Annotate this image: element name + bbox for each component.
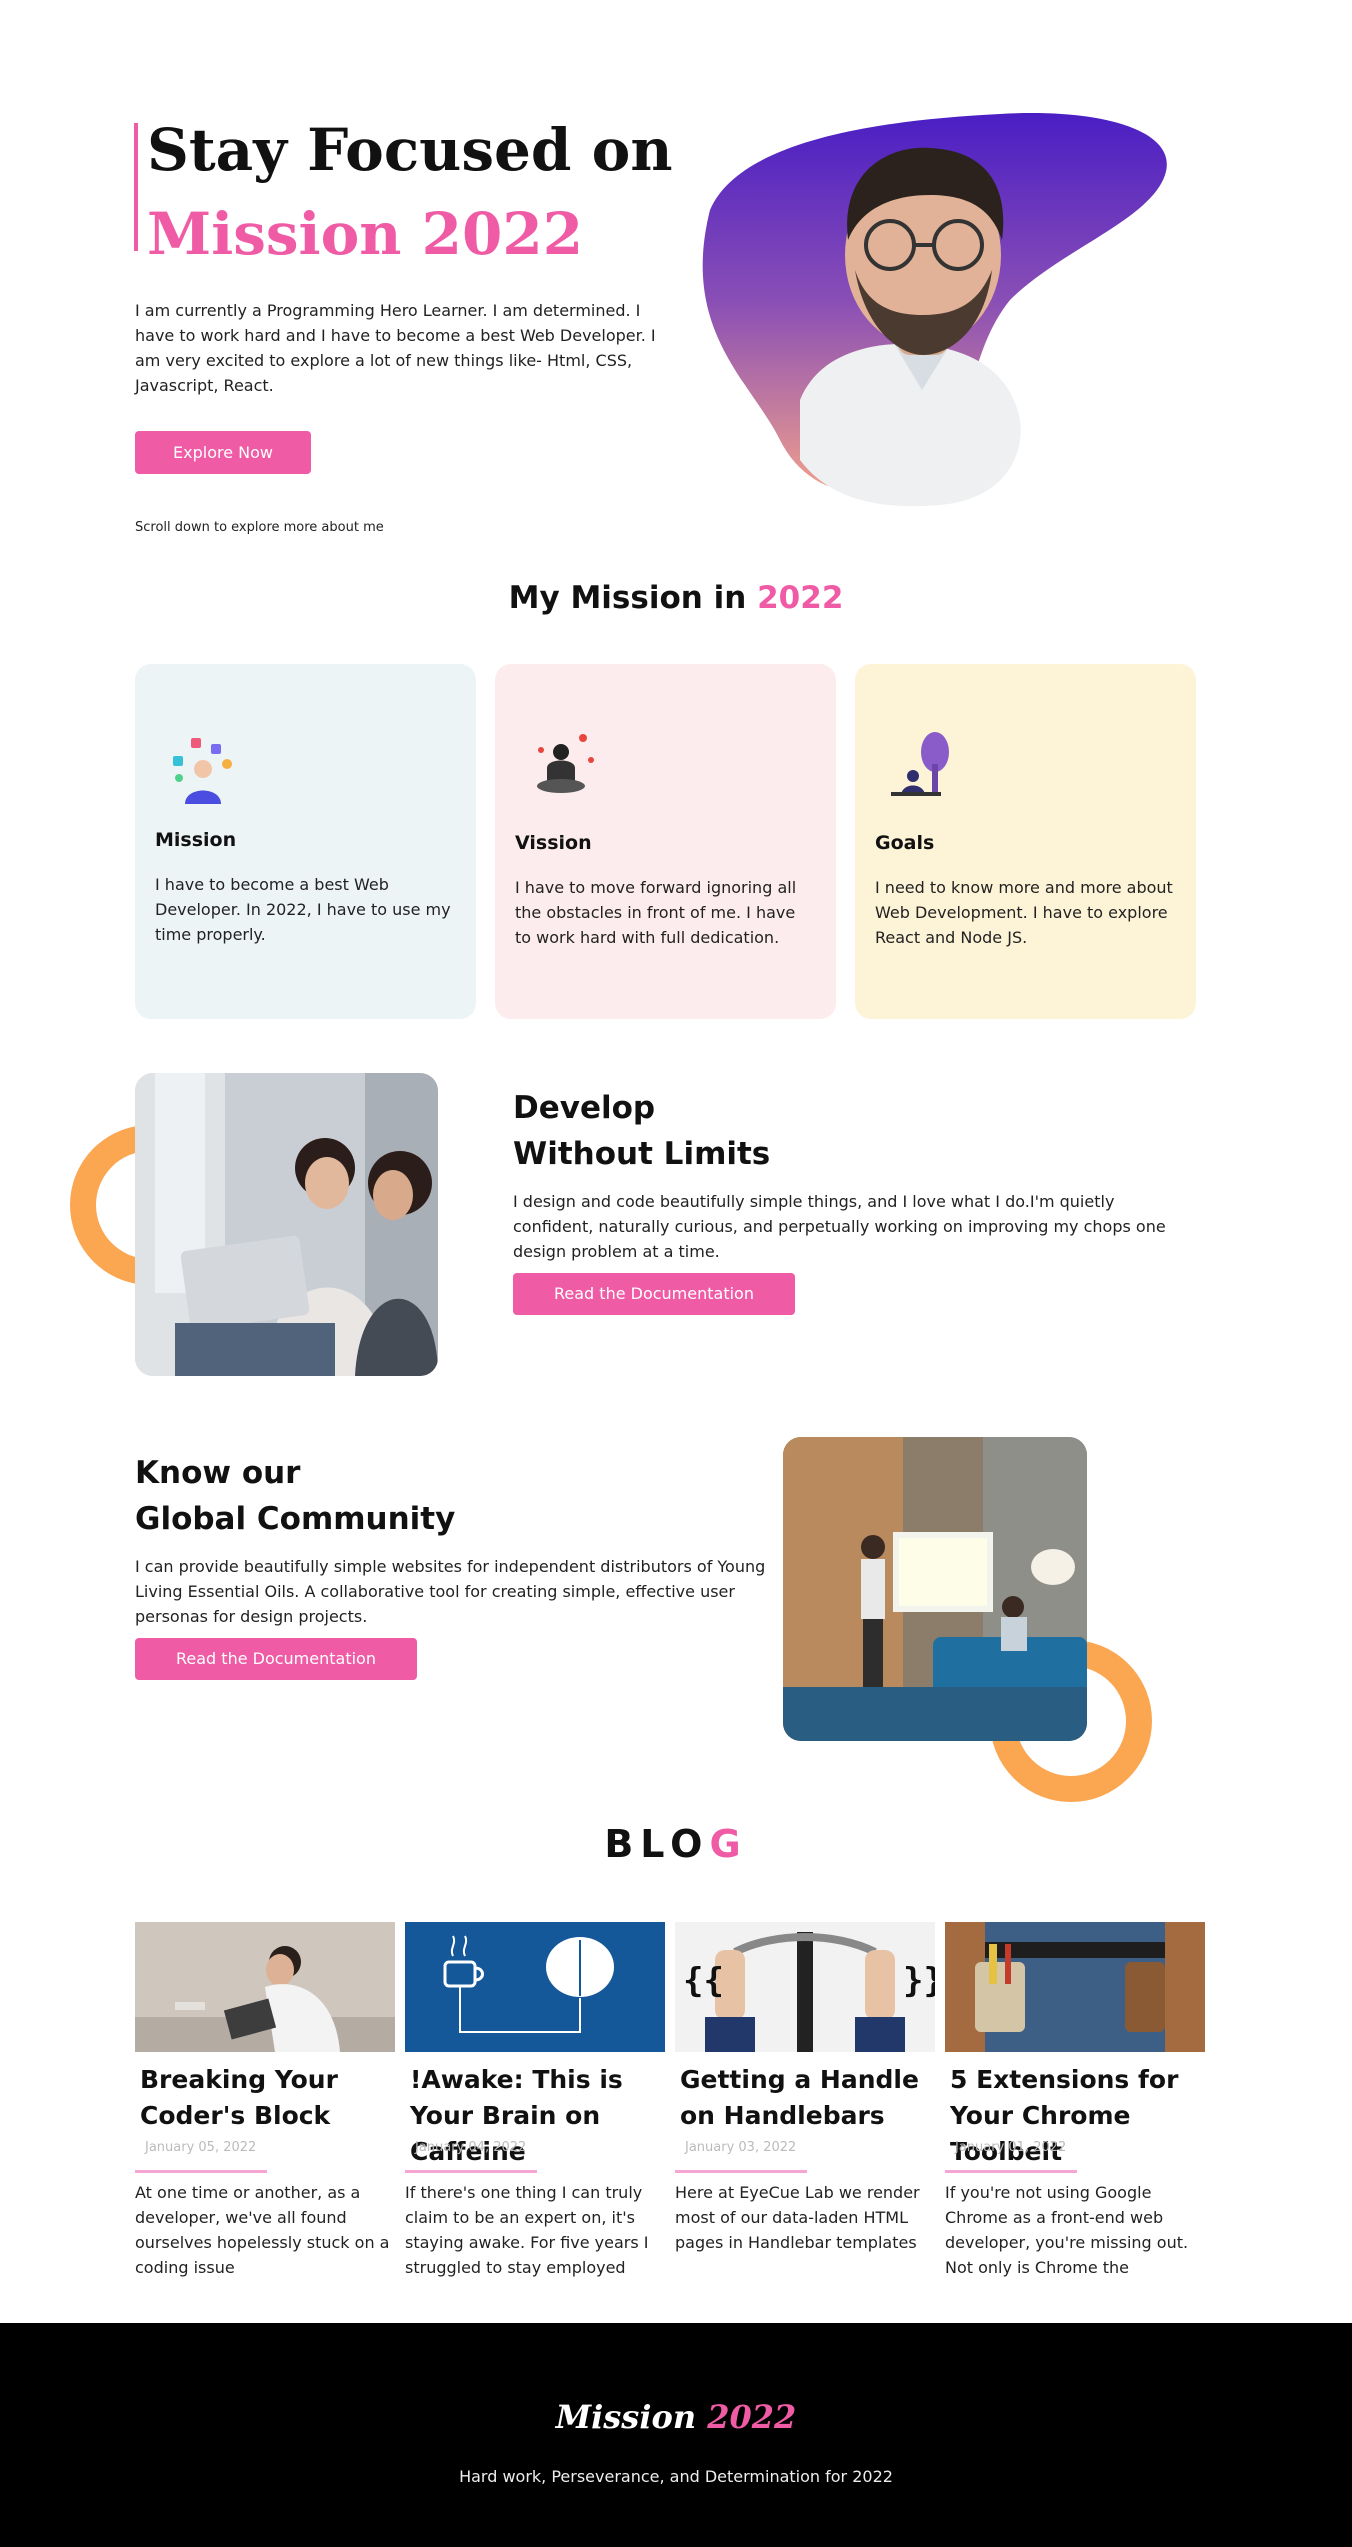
footer-logo-accent: 2022 <box>707 2398 797 2436</box>
card-vission: Vission I have to move forward ignoring … <box>495 664 836 1019</box>
blog-post-excerpt: Here at EyeCue Lab we render most of our… <box>675 2183 920 2252</box>
card-mission-text: I have to become a best Web Developer. I… <box>155 875 451 944</box>
blog-post[interactable]: Breaking Your Coder's Block January 05, … <box>135 1922 395 2302</box>
blog-post-title[interactable]: Breaking Your Coder's Block <box>140 2062 395 2134</box>
blog-post-date: January 04, 2022 <box>415 2140 527 2155</box>
footer-logo-main: Mission <box>555 2398 697 2436</box>
card-goals-title: Goals <box>875 832 935 854</box>
develop-title: Develop Without Limits <box>513 1085 770 1177</box>
explore-now-button[interactable]: Explore Now <box>135 431 311 474</box>
hero-title-line2: Mission 2022 <box>147 200 584 268</box>
svg-text:{{: {{ <box>683 1961 724 2001</box>
blog-post[interactable]: !Awake: This is Your Brain on Caffeine J… <box>405 1922 665 2302</box>
blog-post-date: January 01, 2022 <box>955 2140 1067 2155</box>
blog-post-image-frustrated-coder <box>135 1922 395 2052</box>
blog-post-divider <box>945 2170 1077 2173</box>
hero-accent-bar <box>134 123 138 251</box>
blog-post-date: January 03, 2022 <box>685 2140 797 2155</box>
footer-tagline: Hard work, Perseverance, and Determinati… <box>459 2467 893 2486</box>
footer-logo[interactable]: Mission 2022 <box>0 2398 1352 2436</box>
card-goals-text: I need to know more and more about Web D… <box>875 878 1173 947</box>
blog-post-image-handlebars: {{ }} <box>675 1922 935 2052</box>
team-meeting-photo <box>783 1437 1087 1741</box>
blog-post-divider <box>675 2170 807 2173</box>
scroll-note: Scroll down to explore more about me <box>135 520 384 535</box>
blog-post-date: January 05, 2022 <box>145 2140 257 2155</box>
community-title-line2: Global Community <box>135 1501 456 1537</box>
community-text: I can provide beautifully simple website… <box>135 1557 766 1626</box>
blog-post-excerpt: If you're not using Google Chrome as a f… <box>945 2183 1189 2277</box>
blog-heading-accent: G <box>709 1822 748 1866</box>
card-goals: Goals I need to know more and more about… <box>855 664 1196 1019</box>
develop-text: I design and code beautifully simple thi… <box>513 1192 1166 1261</box>
juggling-person-icon <box>173 738 232 804</box>
students-laptop-photo <box>135 1073 438 1376</box>
blog-post-image-toolbelt <box>945 1922 1205 2052</box>
read-documentation-button[interactable]: Read the Documentation <box>513 1273 795 1315</box>
meditating-person-icon <box>537 734 594 793</box>
tree-reader-icon <box>891 732 949 796</box>
card-vission-text: I have to move forward ignoring all the … <box>515 878 797 947</box>
card-mission-title: Mission <box>155 829 237 851</box>
community-title-line1: Know our <box>135 1455 301 1491</box>
develop-title-line2: Without Limits <box>513 1136 771 1172</box>
footer: Mission 2022 Hard work, Perseverance, an… <box>0 2323 1352 2547</box>
blog-post[interactable]: {{ }} Getting a Handle on Handlebars Jan… <box>675 1922 935 2302</box>
mission-heading: My Mission in 2022 <box>0 580 1352 616</box>
blog-post-excerpt: At one time or another, as a developer, … <box>135 2183 390 2277</box>
blog-heading-main: BLO <box>604 1822 710 1866</box>
blog-heading: BLOG <box>0 1822 1352 1866</box>
blog-post-title[interactable]: Getting a Handle on Handlebars <box>680 2062 935 2134</box>
card-mission: Mission I have to become a best Web Deve… <box>135 664 476 1019</box>
blog-post-image-coffee-brain <box>405 1922 665 2052</box>
blog-post-excerpt: If there's one thing I can truly claim t… <box>405 2183 649 2277</box>
blog-post[interactable]: 5 Extensions for Your Chrome Toolbelt Ja… <box>945 1922 1205 2302</box>
card-vission-title: Vission <box>515 832 592 854</box>
hero-title: Stay Focused on Mission 2022 <box>147 108 672 276</box>
blog-post-divider <box>135 2170 267 2173</box>
develop-title-line1: Develop <box>513 1090 656 1126</box>
svg-text:}}: }} <box>903 1961 935 2001</box>
blog-post-divider <box>405 2170 537 2173</box>
mission-heading-year: 2022 <box>757 580 844 616</box>
mission-heading-text: My Mission in <box>508 580 747 616</box>
hero-portrait <box>702 113 1167 507</box>
community-title: Know our Global Community <box>135 1450 455 1542</box>
hero-description: I am currently a Programming Hero Learne… <box>135 301 656 395</box>
hero-title-line1: Stay Focused on <box>147 116 673 184</box>
read-documentation-button-2[interactable]: Read the Documentation <box>135 1638 417 1680</box>
